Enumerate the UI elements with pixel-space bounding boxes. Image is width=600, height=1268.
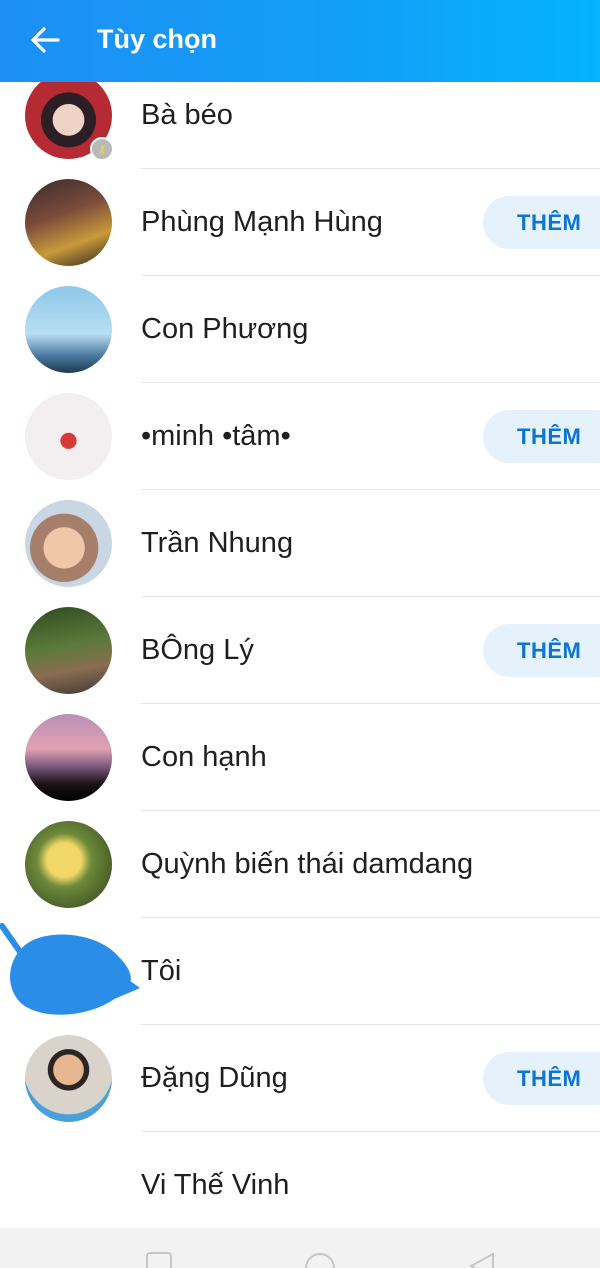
back-button[interactable]: [26, 22, 66, 58]
key-icon: ⚷: [90, 137, 114, 161]
list-item[interactable]: Phùng Mạnh Hùng THÊM: [0, 169, 600, 276]
system-nav-bar: [0, 1228, 600, 1268]
back-triangle-icon[interactable]: [468, 1252, 496, 1268]
member-name: Đặng Dũng: [141, 1062, 288, 1094]
member-name: Con Phương: [141, 313, 309, 345]
avatar: [25, 821, 112, 908]
avatar: [25, 607, 112, 694]
add-friend-button[interactable]: THÊM: [483, 1052, 600, 1105]
member-name: Vi Thế Vinh: [141, 1169, 290, 1201]
list-item[interactable]: Vi Thế Vinh: [0, 1132, 600, 1228]
list-item[interactable]: •minh •tâm• THÊM: [0, 383, 600, 490]
avatar: [25, 500, 112, 587]
avatar: [25, 286, 112, 373]
member-list: ⚷ Bà béo Phùng Mạnh Hùng THÊM Con Phương…: [0, 82, 600, 1228]
list-item[interactable]: ⚷ Bà béo: [0, 82, 600, 169]
recents-icon[interactable]: [146, 1252, 172, 1268]
avatar: [0, 923, 140, 1015]
page-title: Tùy chọn: [97, 24, 217, 54]
member-name: Con hạnh: [141, 741, 267, 773]
list-item[interactable]: BÔng Lý THÊM: [0, 597, 600, 704]
home-icon[interactable]: [304, 1252, 336, 1268]
member-name: Bà béo: [141, 99, 233, 131]
member-name: Phùng Mạnh Hùng: [141, 206, 383, 238]
list-item[interactable]: Quỳnh biến thái damdang: [0, 811, 600, 918]
list-item[interactable]: Trần Nhung: [0, 490, 600, 597]
add-friend-button[interactable]: THÊM: [483, 624, 600, 677]
avatar: [25, 1035, 112, 1122]
member-name: •minh •tâm•: [141, 420, 291, 452]
list-item[interactable]: Con hạnh: [0, 704, 600, 811]
add-friend-button[interactable]: THÊM: [483, 196, 600, 249]
avatar: [25, 179, 112, 266]
app-header: Tùy chọn: [0, 0, 600, 82]
list-item[interactable]: Con Phương: [0, 276, 600, 383]
add-friend-button[interactable]: THÊM: [483, 410, 600, 463]
avatar: [25, 714, 112, 801]
list-item[interactable]: Đặng Dũng THÊM: [0, 1025, 600, 1132]
member-name: Trần Nhung: [141, 527, 294, 559]
avatar: [25, 393, 112, 480]
list-item[interactable]: Tôi: [0, 918, 600, 1025]
member-name: Quỳnh biến thái damdang: [141, 848, 474, 880]
member-name: Tôi: [141, 955, 182, 987]
member-name: BÔng Lý: [141, 634, 254, 666]
arrow-left-icon: [31, 27, 60, 53]
